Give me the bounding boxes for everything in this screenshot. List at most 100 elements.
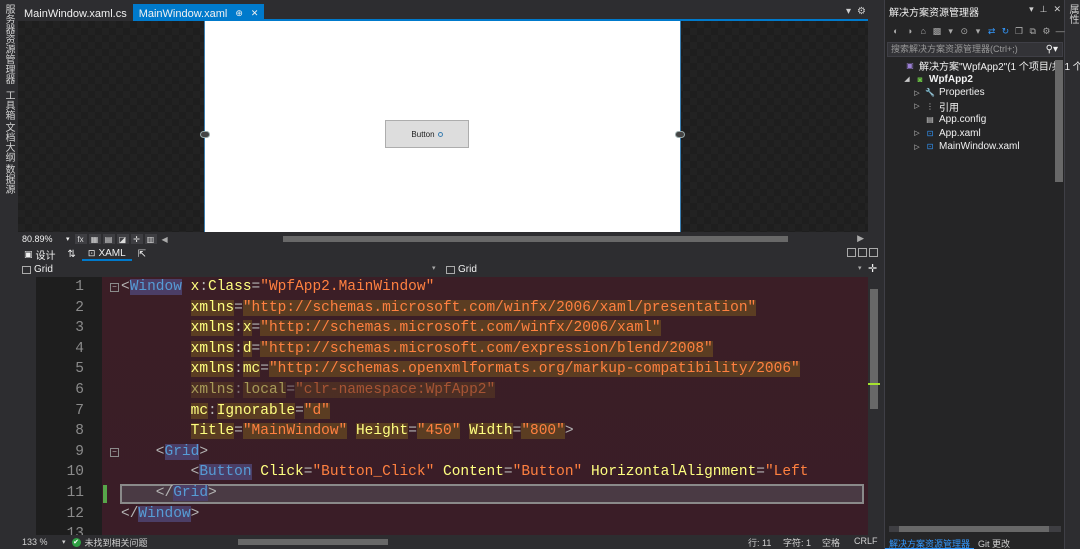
code-line[interactable]: 3 xmlns:x="http://schemas.microsoft.com/… bbox=[18, 318, 868, 339]
code-line[interactable]: 13 bbox=[18, 524, 868, 535]
tree-node[interactable]: ▣ 解决方案"WpfApp2"(1 个项目/共 1 个 bbox=[893, 59, 1080, 73]
pin-icon[interactable]: ⊕ bbox=[235, 8, 243, 19]
scroll-left-icon[interactable]: ◀ bbox=[162, 235, 168, 244]
zoom-dropdown[interactable]: 80.89% bbox=[18, 234, 66, 244]
editor-zoom[interactable]: 133 % bbox=[18, 537, 62, 547]
tab-mainwindow-xaml-cs[interactable]: MainWindow.xaml.cs bbox=[18, 4, 133, 21]
tab-document-outline[interactable]: 文档大纲 bbox=[2, 122, 14, 162]
issues-status[interactable]: 未找到相关问题 bbox=[85, 536, 148, 549]
tab-mainwindow-xaml[interactable]: MainWindow.xaml ⊕ ✕ bbox=[132, 4, 265, 21]
code-line[interactable]: 4 xmlns:d="http://schemas.microsoft.com/… bbox=[18, 339, 868, 360]
back-icon[interactable]: ◐ bbox=[891, 26, 901, 36]
tab-data-sources[interactable]: 数据源 bbox=[2, 164, 14, 194]
status-horizontal-scrollbar[interactable] bbox=[238, 539, 738, 545]
breadcrumb-left[interactable]: Grid bbox=[22, 264, 53, 275]
show-all-files-icon[interactable]: ⧉ bbox=[1028, 26, 1038, 36]
swap-panes-button[interactable]: ⇅ bbox=[62, 247, 82, 261]
add-split-icon[interactable]: ✛ bbox=[868, 262, 877, 275]
collapsed-arrow-icon[interactable]: ▷ bbox=[913, 129, 921, 137]
dropdown-arrow-icon[interactable]: ▾ bbox=[858, 264, 862, 272]
xaml-code-editor[interactable]: 1− <Window x:Class="WpfApp2.MainWindow" 2 … bbox=[18, 277, 868, 535]
preview-icon[interactable]: — bbox=[1055, 26, 1065, 36]
collapsed-arrow-icon[interactable]: ▷ bbox=[913, 143, 921, 151]
dropdown-arrow-icon[interactable]: ▾ bbox=[1029, 4, 1034, 15]
horizontal-split-icon[interactable] bbox=[858, 248, 867, 257]
code-token: > bbox=[564, 423, 574, 440]
dropdown-arrow-icon[interactable]: ▾ bbox=[846, 6, 851, 17]
scroll-right-icon[interactable]: ▶ bbox=[857, 233, 864, 244]
code-line[interactable]: 12 </Window> bbox=[18, 504, 868, 525]
dropdown-arrow-icon[interactable]: ▾ bbox=[946, 26, 956, 36]
vertical-split-icon[interactable] bbox=[847, 248, 856, 257]
close-icon[interactable]: ✕ bbox=[1053, 4, 1061, 15]
left-resize-handle[interactable] bbox=[200, 131, 210, 138]
designer-horizontal-scrollbar[interactable] bbox=[283, 236, 788, 242]
grid-icon[interactable]: ▦ bbox=[88, 234, 101, 244]
properties-wrench-icon[interactable]: ⚙ bbox=[1042, 26, 1052, 36]
background-icon[interactable]: ◪ bbox=[116, 234, 129, 244]
dropdown-arrow-icon[interactable]: ▾ bbox=[62, 538, 66, 546]
design-button[interactable]: Button bbox=[385, 120, 469, 148]
search-icon[interactable]: ⚲▾ bbox=[1046, 43, 1058, 56]
code-line[interactable]: 8 Title="MainWindow" Height="450" Width=… bbox=[18, 421, 868, 442]
fx-icon[interactable]: fx bbox=[74, 234, 87, 244]
solution-vertical-scrollbar[interactable] bbox=[1055, 60, 1063, 182]
tree-node[interactable]: ▷ ⊡ App.xaml bbox=[913, 127, 980, 140]
sync-icon[interactable]: ⇄ bbox=[987, 26, 997, 36]
design-view-tab[interactable]: ▣ 设计 bbox=[18, 247, 62, 262]
scroll-thumb[interactable] bbox=[238, 539, 388, 545]
window-preview[interactable]: Button bbox=[204, 21, 681, 232]
snap-lines-icon[interactable]: ✛ bbox=[130, 234, 143, 244]
fold-toggle-icon[interactable]: − bbox=[110, 447, 119, 457]
xaml-view-tab[interactable]: ⊡ XAML bbox=[81, 247, 132, 261]
home-icon[interactable]: ⌂ bbox=[918, 26, 928, 36]
tab-git-changes[interactable]: Git 更改 bbox=[974, 536, 1014, 549]
code-line[interactable]: 9 − <Grid> bbox=[18, 442, 868, 463]
forward-icon[interactable]: ◑ bbox=[905, 26, 915, 36]
code-line[interactable]: 2 xmlns="http://schemas.microsoft.com/wi… bbox=[18, 298, 868, 319]
code-line[interactable]: 5 xmlns:mc="http://schemas.openxmlformat… bbox=[18, 359, 868, 380]
tree-node[interactable]: ◢ ◙ WpfApp2 bbox=[903, 73, 973, 86]
solution-search-input[interactable]: 搜索解决方案资源管理器(Ctrl+;) ⚲▾ bbox=[887, 42, 1063, 57]
dropdown-arrow-icon[interactable]: ▾ bbox=[432, 264, 436, 272]
expanded-arrow-icon[interactable]: ◢ bbox=[903, 75, 911, 83]
fold-toggle-icon[interactable]: − bbox=[110, 283, 119, 292]
popout-button[interactable]: ⇱ bbox=[132, 247, 152, 261]
right-resize-handle[interactable] bbox=[675, 131, 685, 138]
code-line[interactable]: 6 xmlns:local="clr-namespace:WpfApp2" bbox=[18, 380, 868, 401]
switch-views-icon[interactable]: ▩ bbox=[932, 26, 942, 36]
breadcrumb-right[interactable]: Grid bbox=[446, 264, 477, 275]
tree-node[interactable]: ▤ App.config bbox=[913, 113, 986, 126]
line-ending[interactable]: CRLF bbox=[854, 536, 878, 546]
editor-vertical-scrollbar[interactable] bbox=[868, 277, 880, 535]
dropdown-arrow-icon[interactable]: ▾ bbox=[973, 26, 983, 36]
collapsed-arrow-icon[interactable]: ▷ bbox=[913, 102, 921, 110]
code-line[interactable]: 10 <Button Click="Button_Click" Content=… bbox=[18, 462, 868, 483]
tab-solution-explorer[interactable]: 解决方案资源管理器 bbox=[885, 536, 975, 549]
close-icon[interactable]: ✕ bbox=[251, 8, 259, 19]
code-line[interactable]: 7 mc:Ignorable="d" bbox=[18, 401, 868, 422]
code-line[interactable]: 1 − <Window x:Class="WpfApp2.MainWindow" bbox=[18, 277, 868, 298]
code-line[interactable]: 11 </Grid> bbox=[18, 483, 868, 504]
layout-icon[interactable]: ▥ bbox=[144, 234, 157, 244]
design-surface[interactable]: Button bbox=[18, 21, 868, 232]
solution-horizontal-scrollbar[interactable] bbox=[889, 526, 1061, 532]
tab-toolbox[interactable]: 工具箱 bbox=[2, 90, 14, 120]
gear-icon[interactable]: ⚙ bbox=[857, 6, 866, 17]
indent-mode[interactable]: 空格 bbox=[822, 536, 840, 549]
tree-node[interactable]: ▷ ⋮ 引用 bbox=[913, 100, 959, 114]
scroll-thumb[interactable] bbox=[870, 289, 878, 409]
collapsed-arrow-icon[interactable]: ▷ bbox=[913, 89, 921, 97]
refresh-icon[interactable]: ↻ bbox=[1001, 26, 1011, 36]
pending-changes-icon[interactable]: ⊙ bbox=[959, 26, 969, 36]
tree-node[interactable]: ▷ ⊡ MainWindow.xaml bbox=[913, 140, 1019, 153]
pin-icon[interactable]: ⊥ bbox=[1040, 4, 1048, 15]
tree-node[interactable]: ▷ 🔧 Properties bbox=[913, 86, 984, 99]
dropdown-arrow-icon[interactable]: ▾ bbox=[66, 235, 70, 243]
tab-properties[interactable]: 属性 bbox=[1066, 4, 1078, 24]
collapse-pane-icon[interactable] bbox=[869, 248, 878, 257]
scroll-thumb[interactable] bbox=[899, 526, 1049, 532]
snap-grid-icon[interactable]: ▤ bbox=[102, 234, 115, 244]
collapse-all-icon[interactable]: ❐ bbox=[1014, 26, 1024, 36]
tab-server-explorer[interactable]: 服务器资源管理器 bbox=[2, 4, 14, 84]
